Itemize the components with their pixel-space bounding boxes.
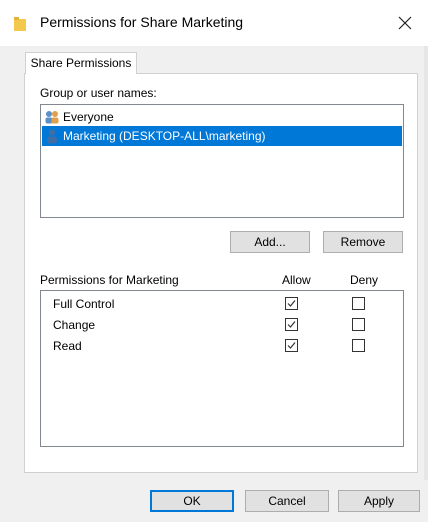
group-users-icon — [45, 111, 59, 124]
ok-button[interactable]: OK — [150, 490, 234, 512]
user-item-label: Marketing (DESKTOP-ALL\marketing) — [63, 129, 266, 143]
users-listbox[interactable]: Everyone Marketing (DESKTOP-ALL\marketin… — [40, 104, 404, 218]
deny-header: Deny — [350, 273, 379, 287]
close-icon — [398, 16, 412, 30]
permission-full-control: Full Control — [53, 297, 115, 311]
deny-full-control-checkbox[interactable] — [352, 297, 365, 310]
user-icon — [47, 129, 57, 144]
permission-change: Change — [53, 318, 96, 332]
dialog-footer: OK Cancel Apply — [0, 480, 428, 522]
window-title: Permissions for Share Marketing — [40, 14, 244, 30]
apply-button[interactable]: Apply — [338, 490, 420, 512]
allow-full-control-checkbox[interactable] — [285, 297, 298, 310]
allow-read-checkbox[interactable] — [285, 339, 298, 352]
tab-share-permissions[interactable]: Share Permissions — [25, 52, 137, 74]
window-edge — [424, 46, 428, 522]
permissions-dialog: Permissions for Share Marketing Share Pe… — [0, 0, 428, 522]
cancel-button[interactable]: Cancel — [245, 490, 329, 512]
permission-read: Read — [53, 339, 82, 353]
folder-icon — [14, 17, 26, 31]
checkmark-icon — [287, 342, 296, 349]
user-item-everyone[interactable]: Everyone — [42, 107, 402, 127]
permissions-title: Permissions for Marketing — [40, 273, 179, 287]
add-button[interactable]: Add... — [230, 231, 310, 253]
allow-change-checkbox[interactable] — [285, 318, 298, 331]
share-permissions-panel: Group or user names: Everyone Marketing … — [24, 73, 418, 473]
user-item-label: Everyone — [63, 110, 114, 124]
deny-change-checkbox[interactable] — [352, 318, 365, 331]
remove-button[interactable]: Remove — [323, 231, 403, 253]
permissions-list: Full Control Change Read — [40, 290, 404, 447]
allow-header: Allow — [282, 273, 311, 287]
checkmark-icon — [287, 300, 296, 307]
checkmark-icon — [287, 321, 296, 328]
deny-read-checkbox[interactable] — [352, 339, 365, 352]
title-bar: Permissions for Share Marketing — [0, 0, 428, 46]
users-label: Group or user names: — [40, 86, 157, 100]
close-button[interactable] — [390, 8, 420, 38]
user-item-marketing[interactable]: Marketing (DESKTOP-ALL\marketing) — [42, 126, 402, 146]
